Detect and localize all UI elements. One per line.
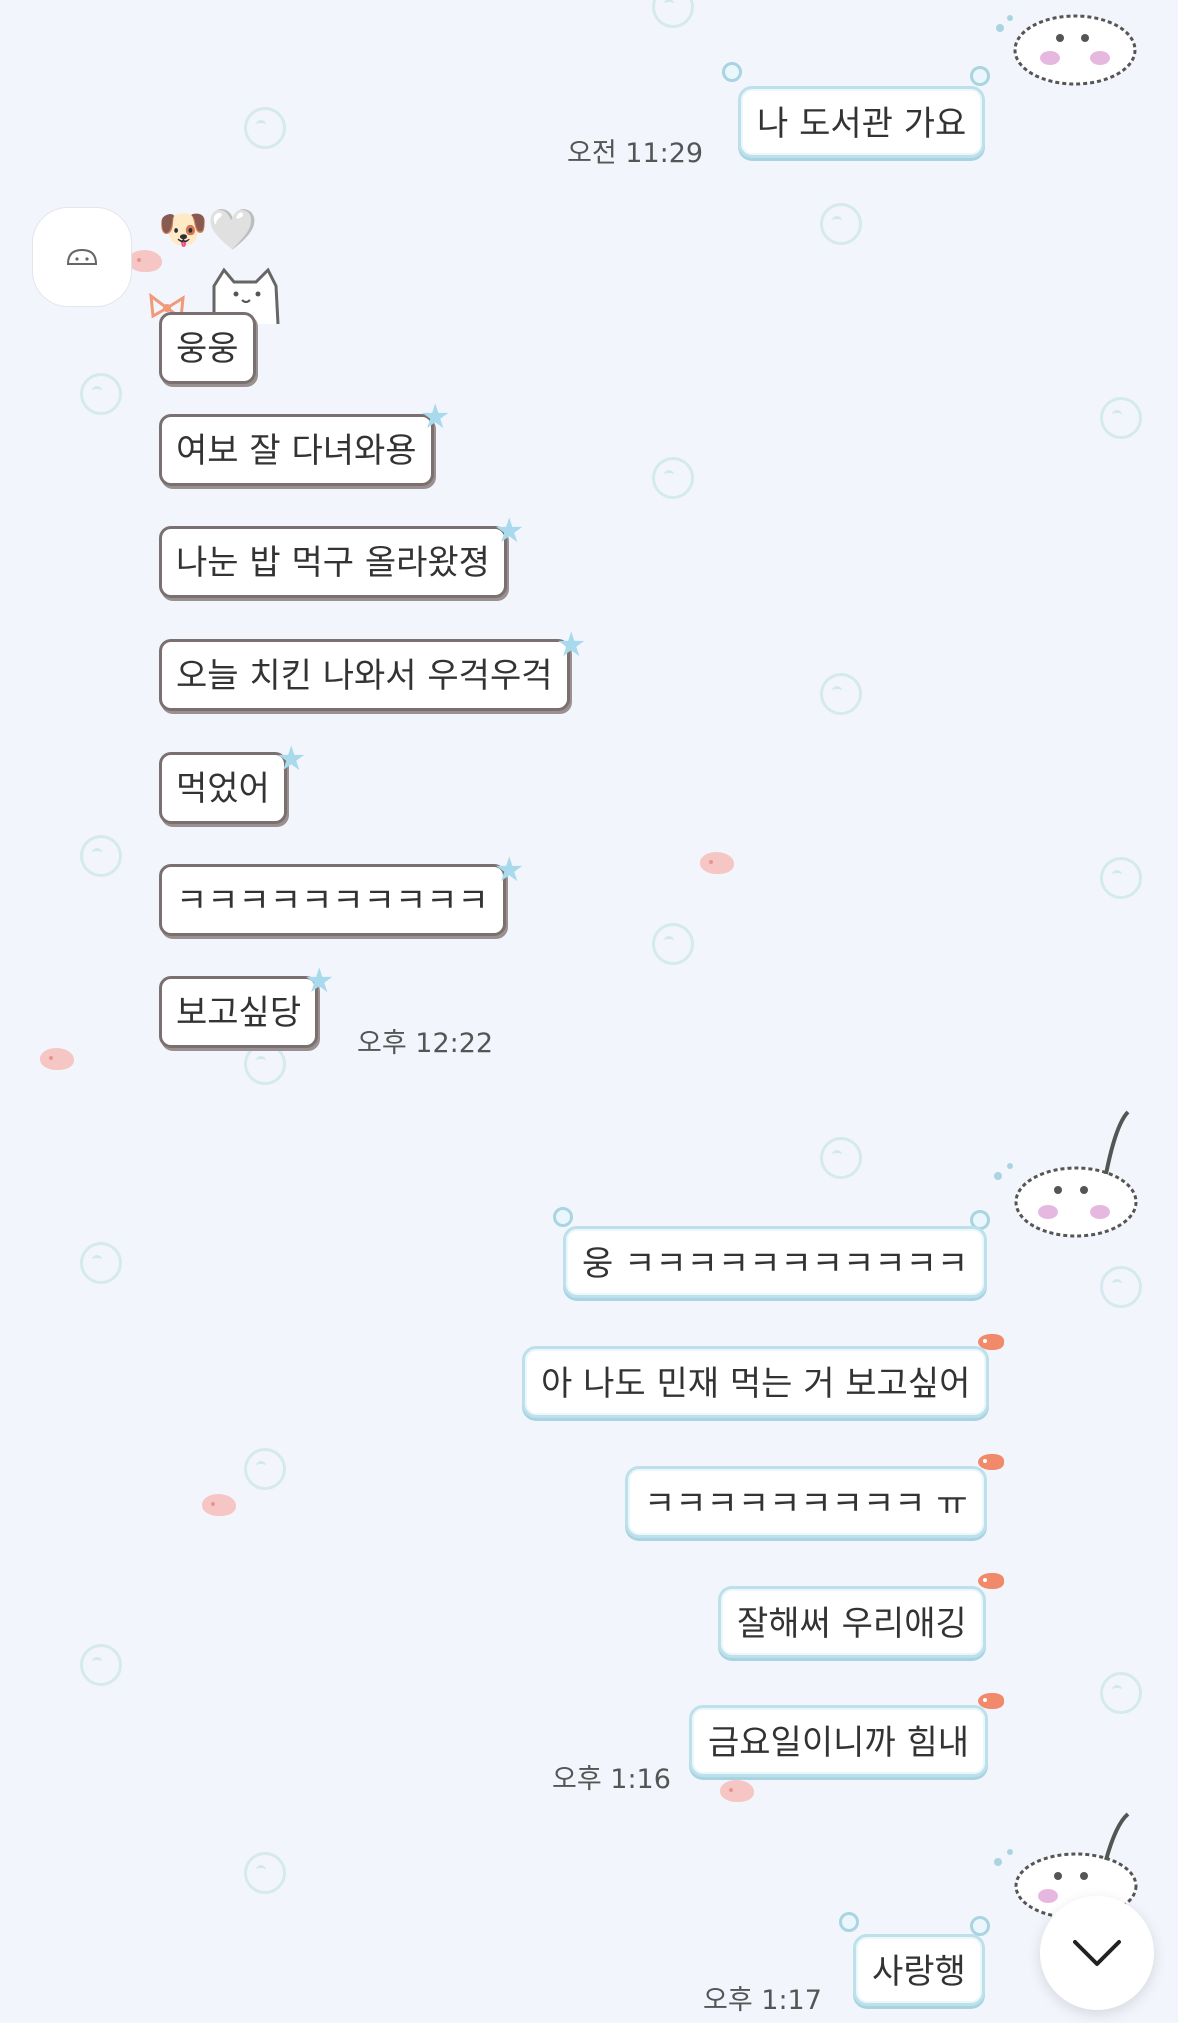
bg-petal-icon: [720, 1780, 754, 1802]
bg-bubble-icon: [1100, 1672, 1142, 1714]
bubble-dot-icon: [839, 1912, 859, 1932]
cat-sticker-icon: [994, 1110, 1138, 1238]
bubble-dot-icon: [722, 62, 742, 82]
avatar-placeholder-icon: [66, 248, 98, 265]
message-bubble-incoming[interactable]: 웅웅: [159, 312, 256, 384]
message-bubble-incoming[interactable]: 먹었어: [159, 752, 287, 824]
cat-sticker-icon: [996, 14, 1137, 86]
message-bubble-incoming[interactable]: 여보 잘 다녀와용: [159, 414, 434, 486]
message-bubble-outgoing[interactable]: 웅 ㅋㅋㅋㅋㅋㅋㅋㅋㅋㅋㅋ: [563, 1226, 988, 1298]
message-bubble-incoming[interactable]: ㅋㅋㅋㅋㅋㅋㅋㅋㅋㅋ: [159, 864, 506, 936]
star-icon: ★: [556, 625, 587, 665]
scroll-to-bottom-button[interactable]: [1040, 1896, 1154, 2010]
bg-bubble-icon: [820, 1137, 862, 1179]
bg-bubble-icon: [244, 1043, 286, 1085]
chevron-down-icon: [1073, 1940, 1121, 1966]
message-time: 오전 11:29: [567, 138, 704, 169]
bg-bubble-icon: [652, 0, 694, 28]
bg-bubble-icon: [80, 835, 122, 877]
bubble-dot-icon: [553, 1207, 573, 1227]
bg-petal-icon: [202, 1494, 236, 1516]
fish-icon: [978, 1454, 1004, 1470]
bg-bubble-icon: [244, 107, 286, 149]
bg-bubble-icon: [1100, 1266, 1142, 1308]
bg-bubble-icon: [652, 457, 694, 499]
message-bubble-incoming[interactable]: 보고싶당: [159, 976, 319, 1048]
message-bubble-outgoing[interactable]: 사랑행: [853, 1934, 985, 2006]
bg-bubble-icon: [244, 1852, 286, 1894]
bg-bubble-icon: [80, 1644, 122, 1686]
bg-petal-icon: [128, 250, 162, 272]
bg-bubble-icon: [820, 673, 862, 715]
sender-name: 🐶🤍: [158, 207, 258, 253]
message-bubble-incoming[interactable]: 나눈 밥 먹구 올라왔졍: [159, 526, 507, 598]
bg-bubble-icon: [80, 373, 122, 415]
fish-icon: [978, 1573, 1004, 1589]
message-bubble-outgoing[interactable]: ㅋㅋㅋㅋㅋㅋㅋㅋㅋ ㅠ: [625, 1466, 987, 1538]
bg-bubble-icon: [1100, 397, 1142, 439]
message-time: 오후 1:17: [703, 1985, 822, 2016]
bg-petal-icon: [40, 1048, 74, 1070]
message-bubble-outgoing[interactable]: 금요일이니까 힘내: [689, 1705, 989, 1777]
star-icon: ★: [304, 961, 335, 1001]
star-icon: ★: [494, 511, 525, 551]
star-icon: ★: [420, 397, 451, 437]
message-bubble-outgoing[interactable]: 잘해써 우리애깅: [718, 1586, 986, 1658]
message-bubble-incoming[interactable]: 오늘 치킨 나와서 우걱우걱: [159, 639, 570, 711]
avatar[interactable]: [32, 207, 132, 307]
bg-bubble-icon: [80, 1242, 122, 1284]
bubble-dot-icon: [970, 1916, 990, 1936]
message-time: 오후 12:22: [357, 1028, 494, 1059]
message-bubble-outgoing[interactable]: 나 도서관 가요: [738, 86, 986, 158]
bg-bubble-icon: [244, 1448, 286, 1490]
bg-bubble-icon: [1100, 857, 1142, 899]
star-icon: ★: [494, 850, 525, 890]
message-bubble-outgoing[interactable]: 아 나도 민재 먹는 거 보고싶어: [522, 1346, 990, 1418]
bubble-dot-icon: [970, 66, 990, 86]
message-time: 오후 1:16: [552, 1764, 671, 1795]
bg-petal-icon: [700, 852, 734, 874]
star-icon: ★: [276, 739, 307, 779]
bg-bubble-icon: [652, 923, 694, 965]
bg-bubble-icon: [820, 203, 862, 245]
